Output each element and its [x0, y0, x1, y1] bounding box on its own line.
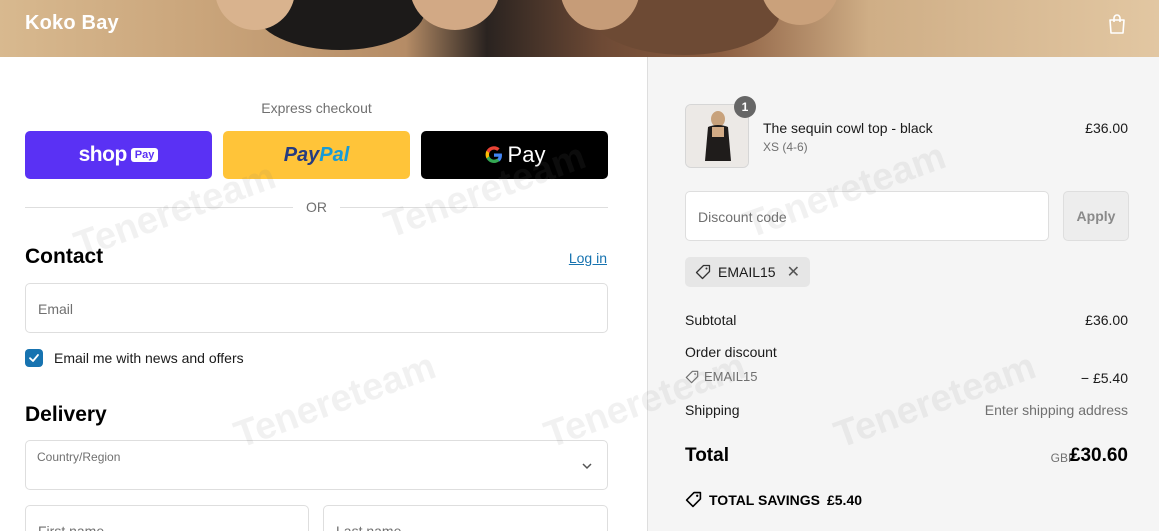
applied-discount-code: EMAIL15	[718, 264, 776, 280]
shop-pay-button[interactable]: shop Pay	[25, 131, 212, 179]
contact-heading: Contact	[25, 245, 104, 268]
country-select[interactable]: Country/Region	[25, 440, 608, 490]
or-label: OR	[306, 199, 327, 215]
remove-discount-icon[interactable]: ✕	[787, 262, 800, 282]
product-price: £36.00	[1085, 120, 1128, 136]
last-name-placeholder: Last name	[336, 523, 402, 531]
last-name-field[interactable]: Last name	[323, 505, 608, 531]
order-discount-label: Order discount	[685, 344, 777, 360]
shipping-label: Shipping	[685, 402, 740, 418]
brand-logo[interactable]: Koko Bay	[25, 12, 119, 35]
product-name: The sequin cowl top - black	[763, 120, 933, 136]
google-pay-label: Pay	[507, 142, 546, 167]
google-g-icon	[485, 146, 502, 163]
newsletter-label: Email me with news and offers	[54, 350, 244, 366]
shop-pay-wordmark: shop	[78, 143, 128, 166]
product-variant: XS (4-6)	[763, 140, 808, 154]
total-value: £30.60	[1069, 445, 1128, 466]
email-field[interactable]: Email	[25, 283, 608, 333]
paypal-button[interactable]: PayPal	[223, 131, 410, 179]
email-placeholder: Email	[38, 301, 74, 317]
tag-icon	[685, 370, 699, 383]
google-pay-button[interactable]: Pay	[421, 131, 608, 179]
express-checkout-label: Express checkout	[261, 100, 372, 116]
tag-icon	[685, 491, 702, 508]
shop-pay-badge: Pay	[130, 148, 159, 162]
quantity-badge: 1	[734, 96, 756, 118]
or-divider: OR	[25, 199, 608, 215]
newsletter-checkbox[interactable]	[25, 349, 43, 367]
apply-discount-button[interactable]: Apply	[1063, 191, 1129, 241]
order-summary: 1 The sequin cowl top - black XS (4-6) £…	[647, 57, 1159, 531]
order-discount-value: − £5.40	[1080, 370, 1128, 386]
subtotal-value: £36.00	[1085, 312, 1128, 328]
checkout-form: Express checkout shop Pay PayPal Pay OR …	[0, 57, 647, 531]
first-name-field[interactable]: First name	[25, 505, 309, 531]
total-savings: TOTAL SAVINGS £5.40	[685, 491, 862, 508]
newsletter-option[interactable]: Email me with news and offers	[25, 349, 244, 367]
subtotal-label: Subtotal	[685, 312, 737, 328]
shipping-value: Enter shipping address	[984, 402, 1128, 418]
login-link[interactable]: Log in	[569, 250, 607, 266]
total-label: Total	[685, 445, 729, 466]
applied-discount-chip: EMAIL15 ✕	[685, 257, 810, 287]
country-label: Country/Region	[37, 450, 121, 464]
discount-placeholder: Discount code	[698, 209, 787, 225]
bag-icon[interactable]	[1107, 13, 1127, 35]
first-name-placeholder: First name	[38, 523, 105, 531]
chevron-down-icon	[582, 463, 592, 470]
savings-label: TOTAL SAVINGS	[709, 491, 820, 508]
savings-value: £5.40	[826, 491, 863, 508]
order-discount-code: EMAIL15	[704, 369, 758, 384]
header-banner: Koko Bay	[0, 0, 1159, 57]
delivery-heading: Delivery	[25, 403, 107, 426]
checkmark-icon	[29, 354, 39, 362]
order-discount-code-row: EMAIL15	[685, 369, 757, 384]
paypal-wordmark: PayPal	[283, 143, 350, 166]
discount-code-input[interactable]: Discount code	[685, 191, 1049, 241]
tag-icon	[695, 264, 711, 280]
